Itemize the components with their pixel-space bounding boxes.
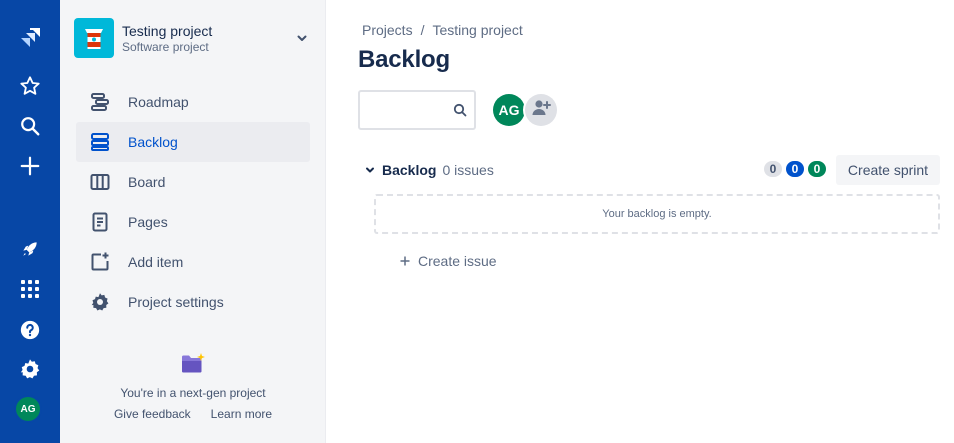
sidebar-item-pages[interactable]: Pages bbox=[76, 202, 310, 242]
main-content: Projects / Testing project Backlog AG Ba… bbox=[326, 0, 954, 443]
search-box bbox=[358, 90, 476, 130]
project-sidebar: Testing project Software project Roadmap… bbox=[60, 0, 326, 443]
plus-icon bbox=[400, 256, 410, 266]
sidebar-item-backlog[interactable]: Backlog bbox=[76, 122, 310, 162]
sidebar-item-label: Board bbox=[128, 174, 166, 190]
add-people-button[interactable] bbox=[525, 94, 557, 126]
sidebar-item-project-settings[interactable]: Project settings bbox=[76, 282, 310, 322]
project-switcher[interactable]: Testing project Software project bbox=[74, 12, 314, 64]
give-feedback-link[interactable]: Give feedback bbox=[114, 407, 191, 421]
sidebar-item-add-item[interactable]: Add item bbox=[76, 242, 310, 282]
sidebar-item-label: Project settings bbox=[128, 294, 224, 310]
rocket-icon[interactable] bbox=[10, 229, 50, 269]
plus-icon[interactable] bbox=[10, 146, 50, 186]
star-icon[interactable] bbox=[10, 66, 50, 106]
sidebar-item-label: Roadmap bbox=[128, 94, 189, 110]
search-icon[interactable] bbox=[10, 106, 50, 146]
breadcrumb-projects-link[interactable]: Projects bbox=[362, 22, 413, 38]
create-issue-label: Create issue bbox=[418, 253, 497, 269]
search-icon[interactable] bbox=[453, 103, 467, 122]
status-counts: 0 0 0 bbox=[764, 161, 826, 177]
breadcrumb: Projects / Testing project bbox=[362, 22, 523, 38]
sidebar-item-label: Add item bbox=[128, 254, 184, 270]
folder-sparkle-icon bbox=[60, 352, 326, 376]
chevron-down-icon[interactable] bbox=[362, 162, 378, 178]
add-person-icon bbox=[531, 98, 551, 123]
breadcrumb-separator: / bbox=[420, 22, 425, 38]
project-nav: Roadmap Backlog Board Pages Add item Pro… bbox=[76, 82, 310, 322]
backlog-empty-state: Your backlog is empty. bbox=[374, 194, 940, 234]
assignee-avatar[interactable]: AG bbox=[493, 94, 525, 126]
backlog-icon bbox=[88, 130, 112, 154]
next-gen-notice: You're in a next-gen project Give feedba… bbox=[60, 352, 326, 421]
breadcrumb-project-link[interactable]: Testing project bbox=[432, 22, 522, 38]
sidebar-item-label: Pages bbox=[128, 214, 168, 230]
backlog-issue-count: 0 issues bbox=[442, 162, 494, 178]
pages-icon bbox=[88, 210, 112, 234]
in-progress-count-badge: 0 bbox=[786, 161, 804, 177]
chevron-down-icon[interactable] bbox=[290, 26, 314, 50]
roadmap-icon bbox=[88, 90, 112, 114]
app-switcher-icon[interactable] bbox=[10, 269, 50, 309]
page-title: Backlog bbox=[358, 46, 450, 73]
global-navigation: AG bbox=[0, 0, 60, 443]
project-type: Software project bbox=[122, 39, 209, 54]
project-name: Testing project bbox=[122, 22, 213, 39]
gear-icon bbox=[88, 290, 112, 314]
learn-more-link[interactable]: Learn more bbox=[211, 407, 272, 421]
create-sprint-button[interactable]: Create sprint bbox=[836, 155, 940, 185]
help-icon[interactable] bbox=[10, 310, 50, 350]
todo-count-badge: 0 bbox=[764, 161, 782, 177]
settings-icon[interactable] bbox=[10, 349, 50, 389]
sidebar-item-roadmap[interactable]: Roadmap bbox=[76, 82, 310, 122]
search-input[interactable] bbox=[366, 95, 452, 125]
add-item-icon bbox=[88, 250, 112, 274]
user-avatar[interactable]: AG bbox=[16, 397, 40, 421]
jira-logo-icon[interactable] bbox=[10, 18, 50, 58]
sidebar-item-board[interactable]: Board bbox=[76, 162, 310, 202]
sidebar-item-label: Backlog bbox=[128, 134, 178, 150]
board-icon bbox=[88, 170, 112, 194]
empty-message: Your backlog is empty. bbox=[602, 208, 712, 220]
create-issue-button[interactable]: Create issue bbox=[400, 251, 497, 271]
backlog-title: Backlog bbox=[382, 162, 437, 178]
next-gen-text: You're in a next-gen project bbox=[120, 386, 266, 400]
done-count-badge: 0 bbox=[808, 161, 826, 177]
project-logo-icon bbox=[74, 18, 114, 58]
